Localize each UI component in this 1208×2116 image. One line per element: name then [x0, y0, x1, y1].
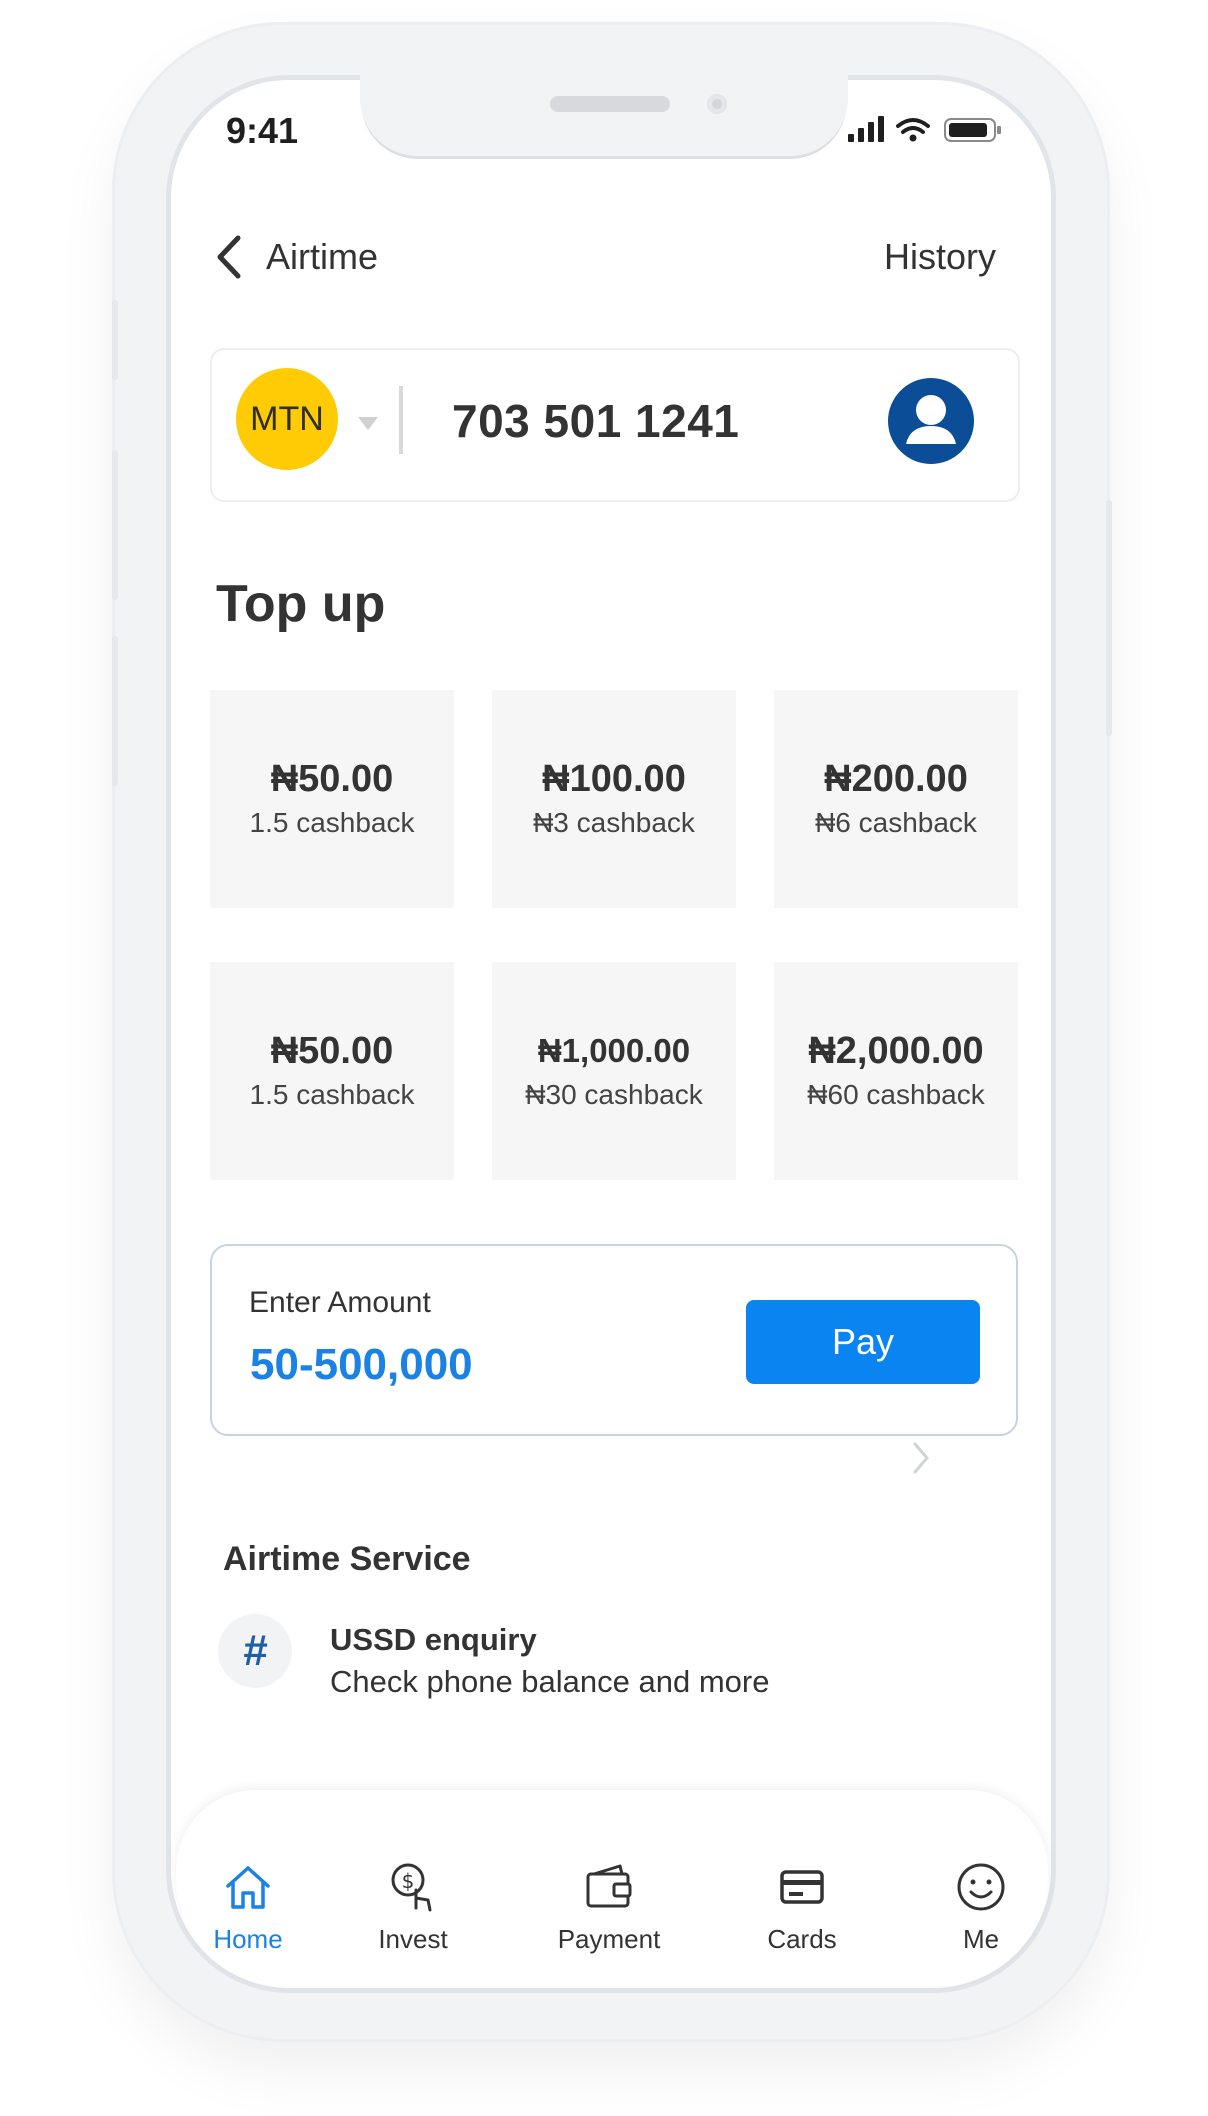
tab-home[interactable]: Home — [173, 1860, 323, 1990]
chevron-right-icon[interactable] — [910, 1440, 932, 1476]
tab-me[interactable]: Me — [906, 1860, 1056, 1990]
battery-icon — [944, 118, 1001, 142]
speaker — [550, 96, 670, 112]
tab-label: Home — [213, 1924, 283, 1954]
card-icon — [780, 1870, 824, 1904]
topup-title: Top up — [216, 575, 386, 633]
ussd-enquiry-subtitle: Check phone balance and more — [330, 1664, 770, 1699]
invest-icon: $ — [391, 1863, 432, 1912]
topup-cashback: ₦6 cashback — [815, 807, 977, 838]
wallet-icon — [586, 1864, 632, 1908]
topup-option[interactable]: ₦50.00 1.5 cashback — [210, 962, 454, 1180]
network-label: MTN — [250, 399, 324, 438]
topup-amount: ₦50.00 — [270, 1030, 394, 1072]
topup-cashback: ₦3 cashback — [533, 807, 695, 838]
volume-down-button — [112, 636, 118, 786]
home-icon — [226, 1866, 270, 1909]
back-icon[interactable] — [210, 232, 250, 282]
front-camera — [707, 94, 727, 114]
airtime-service-title: Airtime Service — [223, 1540, 471, 1578]
notch — [360, 72, 848, 156]
topup-amount: ₦2,000.00 — [808, 1030, 984, 1072]
volume-up-button — [112, 450, 118, 600]
svg-text:$: $ — [402, 1869, 415, 1893]
network-selector[interactable]: MTN — [236, 368, 338, 470]
topup-amount: ₦200.00 — [824, 758, 968, 800]
ussd-enquiry-title[interactable]: USSD enquiry — [330, 1622, 537, 1658]
phone-number-field[interactable]: 703 501 1241 — [452, 394, 739, 448]
topup-cashback: ₦30 cashback — [525, 1079, 703, 1110]
tab-label: Invest — [378, 1924, 448, 1954]
topup-option[interactable]: ₦100.00 ₦3 cashback — [492, 690, 736, 908]
topup-option[interactable]: ₦200.00 ₦6 cashback — [774, 690, 1018, 908]
status-time: 9:41 — [226, 110, 299, 151]
amount-label: Enter Amount — [249, 1286, 431, 1319]
topup-amount: ₦1,000.00 — [537, 1032, 691, 1069]
hash-icon: # — [218, 1614, 292, 1688]
topup-amount: ₦100.00 — [542, 758, 686, 800]
amount-range[interactable]: 50-500,000 — [250, 1340, 473, 1390]
tab-label: Me — [962, 1924, 1000, 1954]
tab-label: Payment — [557, 1924, 661, 1954]
topup-option[interactable]: ₦2,000.00 ₦60 cashback — [774, 962, 1018, 1180]
history-link[interactable]: History — [884, 236, 996, 278]
divider — [399, 386, 403, 454]
topup-cashback: ₦60 cashback — [807, 1079, 985, 1110]
topup-option[interactable]: ₦50.00 1.5 cashback — [210, 690, 454, 908]
contact-icon[interactable] — [888, 378, 974, 464]
caret-down-icon[interactable] — [356, 414, 380, 432]
topup-cashback: 1.5 cashback — [249, 807, 415, 838]
tab-invest[interactable]: $ Invest — [338, 1860, 488, 1990]
smiley-icon — [957, 1863, 1005, 1911]
topup-amount: ₦50.00 — [270, 758, 394, 800]
hash-icon-glyph: # — [242, 1626, 268, 1675]
tab-label: Cards — [767, 1924, 837, 1954]
topup-cashback: 1.5 cashback — [249, 1079, 415, 1110]
topup-option[interactable]: ₦1,000.00 ₦30 cashback — [492, 962, 736, 1180]
pay-button[interactable]: Pay — [746, 1300, 980, 1384]
status-icons — [848, 116, 1001, 142]
page-title: Airtime — [266, 236, 379, 277]
tab-payment[interactable]: Payment — [534, 1860, 684, 1990]
tab-cards[interactable]: Cards — [727, 1860, 877, 1990]
mute-switch — [112, 300, 118, 380]
wifi-icon — [896, 118, 930, 134]
power-button — [1106, 500, 1112, 736]
signal-icon — [848, 116, 884, 142]
